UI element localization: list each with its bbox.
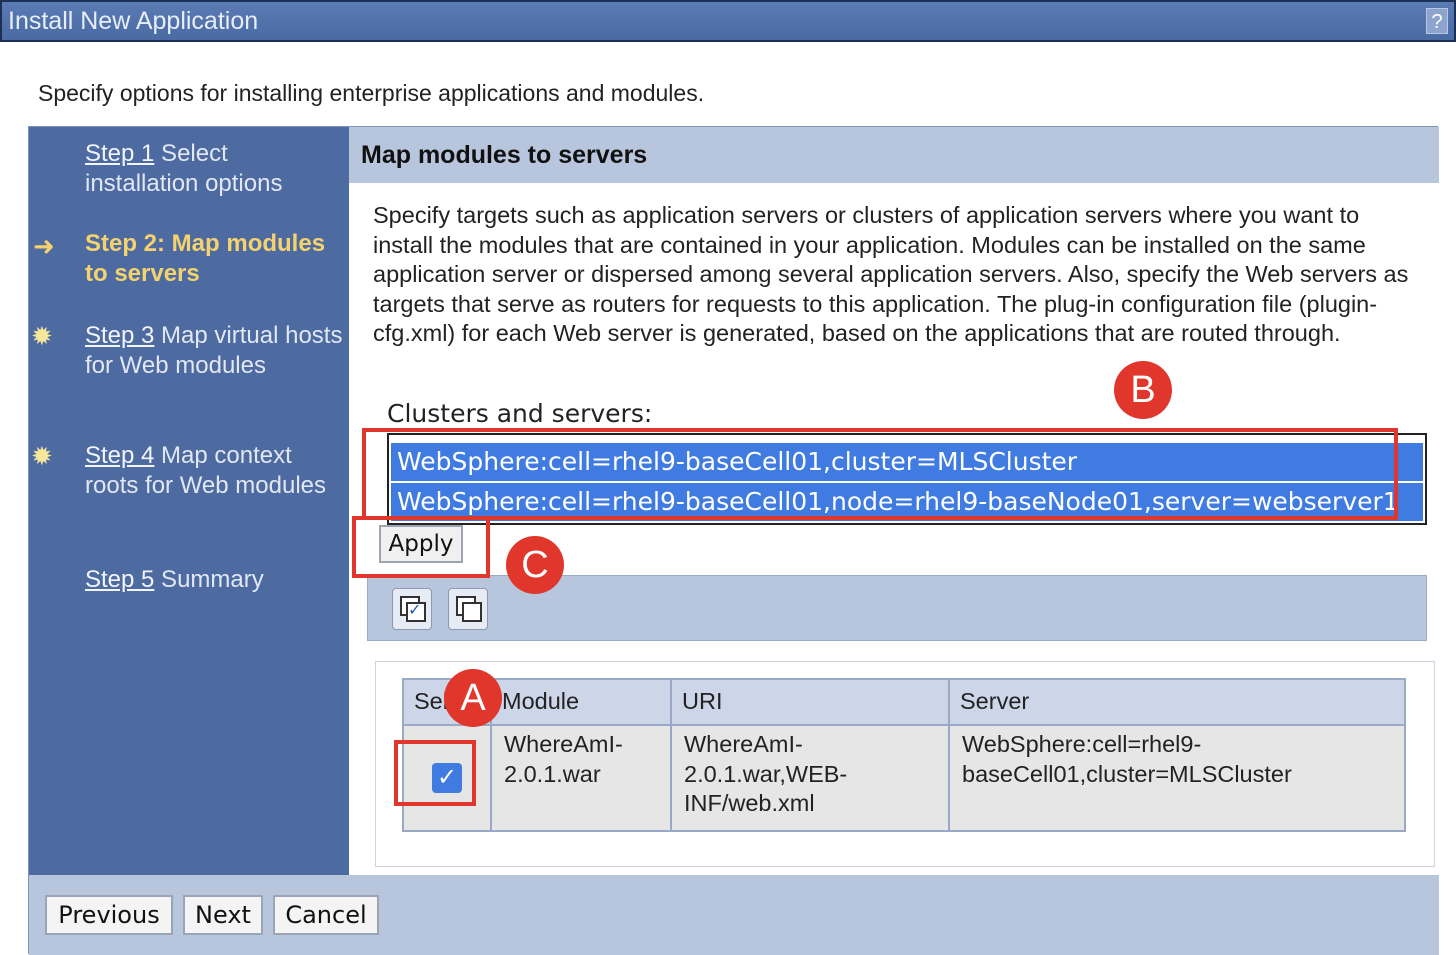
install-wizard: Step 1 Select installation options ➜ Ste… xyxy=(28,126,1439,955)
wizard-step-4: Step 4 Map context roots for Web modules xyxy=(85,441,345,501)
previous-button[interactable]: Previous xyxy=(45,895,173,935)
wizard-step-3: Step 3 Map virtual hosts for Web modules xyxy=(85,321,345,381)
clusters-label: Clusters and servers: xyxy=(387,399,653,428)
star-icon: ✹ xyxy=(31,441,53,471)
callout-b-badge: B xyxy=(1114,361,1172,419)
window-title: Install New Application xyxy=(8,7,259,35)
panel-description: Specify targets such as application serv… xyxy=(373,202,1409,347)
step-5-text: Summary xyxy=(154,566,264,593)
server-cell: WebSphere:cell=rhel9-baseCell01,cluster=… xyxy=(948,724,1406,832)
wizard-footer: Previous Next Cancel xyxy=(29,875,1439,955)
callout-c-box xyxy=(352,516,490,578)
panel-title: Map modules to servers xyxy=(349,127,1439,183)
step-5-link[interactable]: Step 5 xyxy=(85,566,154,593)
module-cell: WhereAmI-2.0.1.war xyxy=(490,724,672,832)
arrow-icon: ➜ xyxy=(33,231,55,261)
wizard-step-5: Step 5 Summary xyxy=(85,565,345,595)
uri-cell: WhereAmI-2.0.1.war,WEB-INF/web.xml xyxy=(670,724,950,832)
step-3-link[interactable]: Step 3 xyxy=(85,322,154,349)
modules-table: Select Module URI Server ✓ WhereAmI-2.0.… xyxy=(402,678,1406,832)
star-icon: ✹ xyxy=(31,321,53,351)
deselect-all-icon[interactable] xyxy=(448,588,488,630)
callout-a-badge: A xyxy=(444,669,502,727)
wizard-steps-sidebar: Step 1 Select installation options ➜ Ste… xyxy=(29,127,349,875)
callout-b-box xyxy=(362,428,1398,520)
step-4-link[interactable]: Step 4 xyxy=(85,442,154,469)
table-row: ✓ WhereAmI-2.0.1.war WhereAmI-2.0.1.war,… xyxy=(402,724,1406,832)
next-button[interactable]: Next xyxy=(183,895,263,935)
step-1-link[interactable]: Step 1 xyxy=(85,140,154,167)
window-titlebar: Install New Application ? xyxy=(0,0,1456,42)
help-button[interactable]: ? xyxy=(1426,8,1448,34)
column-header-server: Server xyxy=(948,678,1406,726)
callout-a-box xyxy=(394,740,476,806)
wizard-step-2-current: Step 2: Map modules to servers xyxy=(85,229,345,289)
wizard-step-1: Step 1 Select installation options xyxy=(85,139,345,199)
cancel-button[interactable]: Cancel xyxy=(273,895,379,935)
callout-c-badge: C xyxy=(506,536,564,594)
column-header-uri: URI xyxy=(670,678,950,726)
step-2-text: Step 2: Map modules to servers xyxy=(85,230,326,287)
modules-table-container: Select Module URI Server ✓ WhereAmI-2.0.… xyxy=(375,661,1435,867)
page-intro: Specify options for installing enterpris… xyxy=(38,80,705,106)
column-header-module: Module xyxy=(490,678,672,726)
select-all-icon[interactable]: ✓ xyxy=(392,588,432,630)
